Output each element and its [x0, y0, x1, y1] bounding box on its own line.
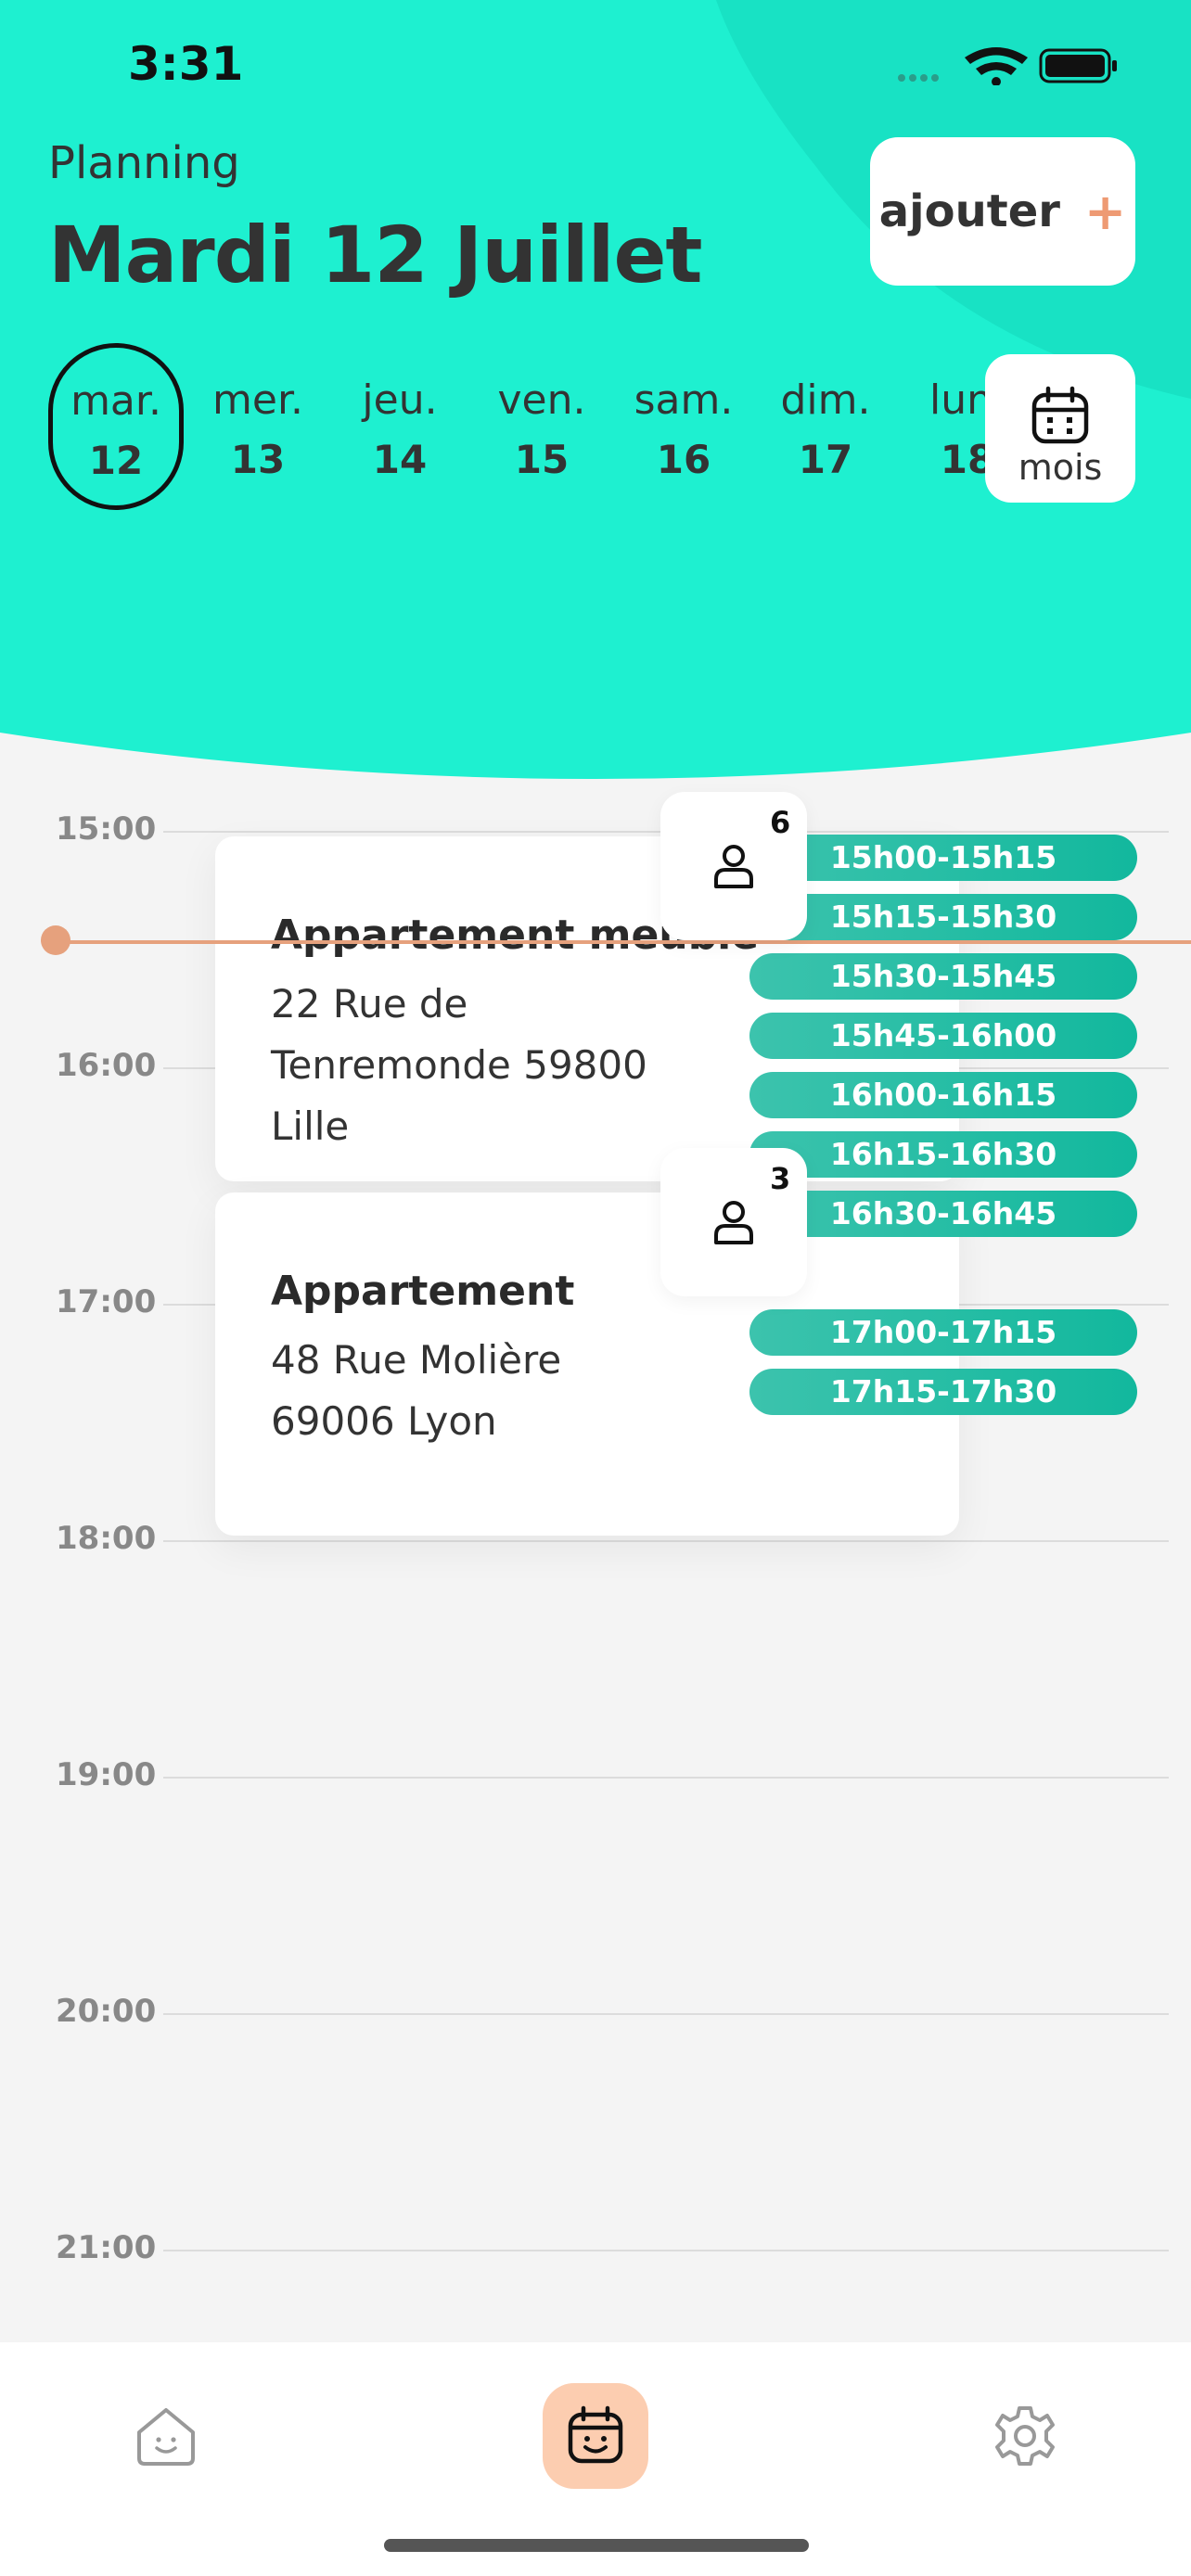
day-selector: mar. 12 mer. 13 jeu. 14 ven. 15 sam. 16 …	[48, 343, 985, 510]
wifi-icon	[965, 47, 1028, 85]
guest-count-badge[interactable]: 3	[660, 1148, 807, 1296]
time-slot[interactable]: 15h30-15h45	[749, 953, 1137, 1000]
bottom-nav	[0, 2342, 1191, 2576]
day-number: 13	[230, 437, 286, 482]
day-item-16[interactable]: sam. 16	[616, 343, 751, 510]
month-view-button[interactable]: mois	[985, 354, 1135, 503]
guest-count: 3	[770, 1161, 791, 1196]
day-name: mer.	[212, 376, 303, 424]
hour-label: 18:00	[56, 1520, 157, 1557]
day-item-13[interactable]: mer. 13	[190, 343, 326, 510]
month-button-label: mois	[1018, 447, 1103, 488]
day-item-12[interactable]: mar. 12	[48, 343, 184, 510]
day-number: 14	[372, 437, 428, 482]
current-time-line	[58, 940, 1191, 944]
hour-label: 17:00	[56, 1283, 157, 1320]
time-slot[interactable]: 15h00-15h15	[749, 835, 1137, 881]
time-slot[interactable]: 15h15-15h30	[749, 894, 1137, 940]
calendar-smile-icon	[568, 2405, 623, 2464]
home-smile-icon	[137, 2408, 195, 2466]
gear-icon	[995, 2406, 1055, 2466]
status-icons	[898, 47, 1117, 85]
hour-divider	[163, 2013, 1169, 2015]
day-name: sam.	[634, 376, 734, 424]
add-button-label: ajouter	[878, 185, 1060, 237]
nav-home[interactable]	[113, 2383, 219, 2489]
day-number: 15	[514, 437, 570, 482]
day-number: 17	[798, 437, 853, 482]
person-icon	[714, 845, 753, 888]
hour-label: 21:00	[56, 2229, 157, 2266]
battery-icon	[1039, 48, 1117, 83]
hour-label: 20:00	[56, 1993, 157, 2030]
day-number: 18	[940, 437, 985, 482]
time-slot[interactable]: 16h30-16h45	[749, 1191, 1137, 1237]
time-slot[interactable]: 17h15-17h30	[749, 1369, 1137, 1415]
person-icon	[714, 1201, 753, 1244]
day-item-18[interactable]: lun. 18	[900, 343, 985, 510]
hour-label: 19:00	[56, 1756, 157, 1793]
guest-count: 6	[770, 805, 791, 840]
day-name: ven.	[497, 376, 586, 424]
hour-divider	[163, 1777, 1169, 1779]
calendar-icon	[1031, 386, 1089, 444]
time-slot[interactable]: 16h15-16h30	[749, 1131, 1137, 1178]
day-name: lun.	[929, 376, 985, 424]
day-name: mar.	[70, 377, 161, 425]
day-name: jeu.	[362, 376, 438, 424]
day-name: dim.	[780, 376, 871, 424]
planning-label: Planning	[48, 137, 240, 189]
home-indicator	[384, 2539, 809, 2552]
time-slot[interactable]: 17h00-17h15	[749, 1309, 1137, 1356]
hour-label: 15:00	[56, 810, 157, 848]
event-card[interactable]: Appartement meublé 22 Rue de Tenremonde …	[215, 836, 959, 1181]
day-item-14[interactable]: jeu. 14	[332, 343, 467, 510]
nav-settings[interactable]	[972, 2383, 1078, 2489]
event-card[interactable]: Appartement 48 Rue Molière 69006 Lyon	[215, 1192, 959, 1536]
status-time: 3:31	[128, 37, 244, 91]
guest-count-badge[interactable]: 6	[660, 792, 807, 940]
page-title: Mardi 12 Juillet	[48, 210, 703, 300]
hour-label: 16:00	[56, 1047, 157, 1084]
event-address: 22 Rue de Tenremonde 59800 Lille	[271, 974, 903, 1157]
add-button[interactable]: ajouter +	[870, 137, 1135, 286]
hour-divider	[163, 2250, 1169, 2251]
day-item-15[interactable]: ven. 15	[474, 343, 609, 510]
day-number: 16	[656, 437, 711, 482]
time-slot[interactable]: 15h45-16h00	[749, 1013, 1137, 1059]
time-slot[interactable]: 16h00-16h15	[749, 1072, 1137, 1118]
nav-planning[interactable]	[543, 2383, 648, 2489]
plus-icon: +	[1083, 182, 1127, 241]
day-number: 12	[88, 438, 144, 483]
day-item-17[interactable]: dim. 17	[758, 343, 893, 510]
hour-divider	[163, 1540, 1169, 1542]
